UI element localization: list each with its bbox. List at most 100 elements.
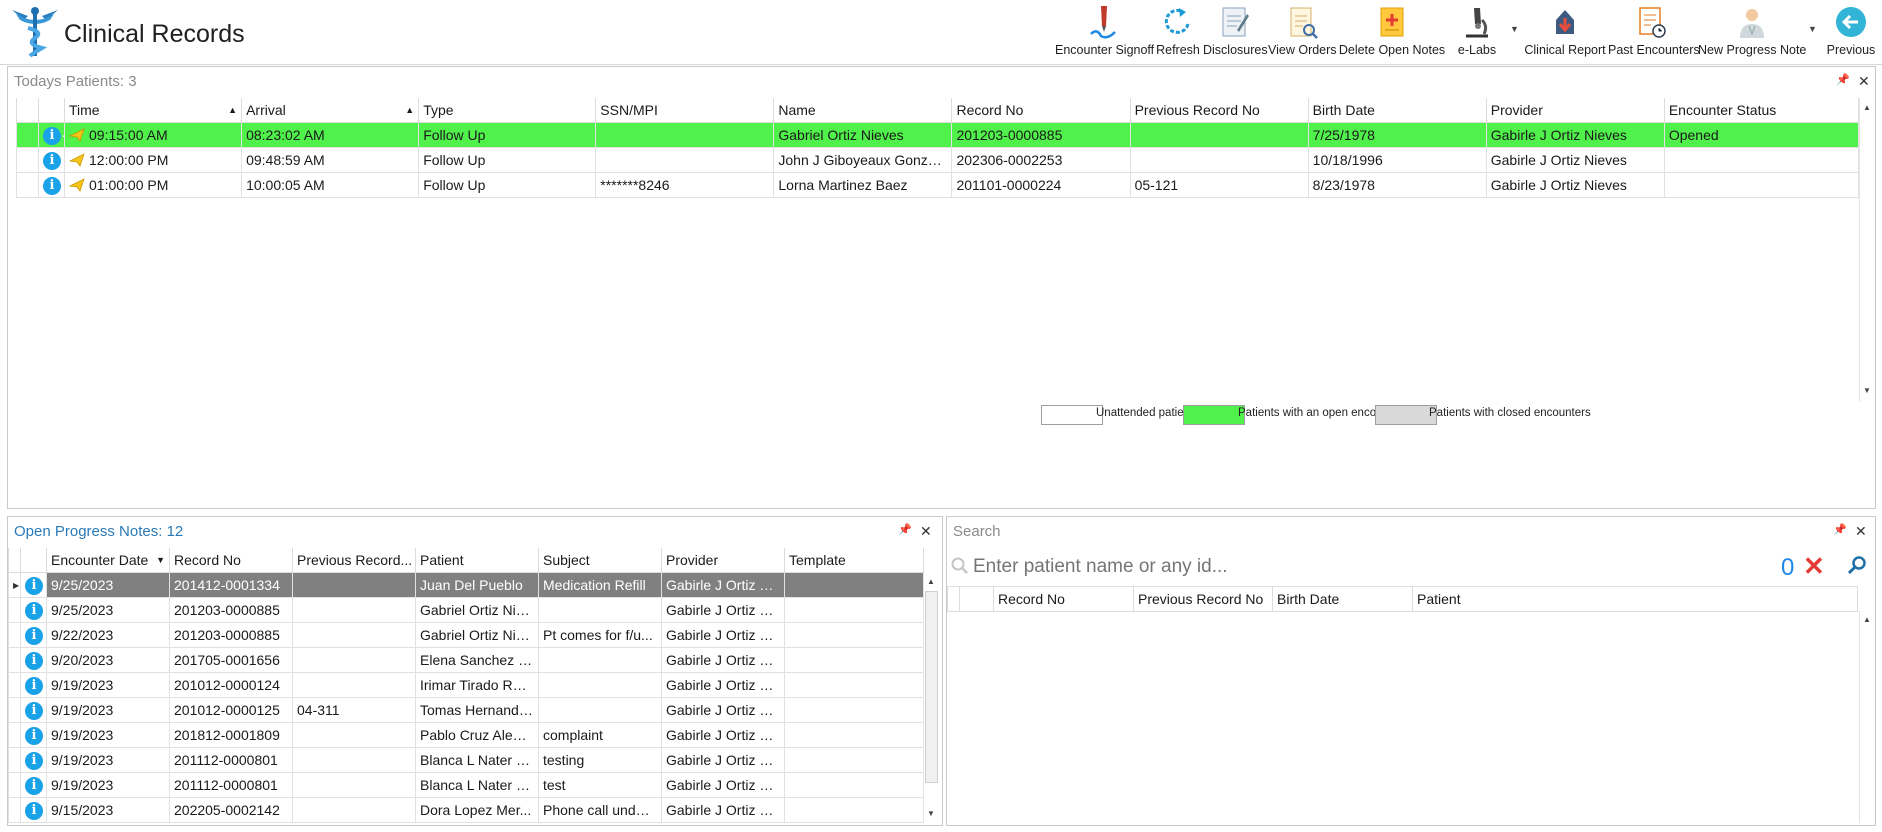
col-name[interactable]: Name — [773, 98, 953, 123]
info-icon[interactable]: i — [25, 576, 43, 595]
info-icon-cell[interactable]: i — [38, 172, 65, 198]
record-cell: 201705-0001656 — [169, 647, 293, 673]
provider-cell: Gabirle J Ortiz N... — [661, 622, 785, 648]
delete-notes-icon — [1380, 7, 1404, 37]
new-note-dropdown-icon[interactable]: ▼ — [1808, 24, 1817, 34]
table-row[interactable]: i 09:15:00 AM 08:23:02 AM Follow Up Gabriel … — [16, 122, 1860, 148]
subject-cell: test — [538, 772, 662, 798]
col-patient[interactable]: Patient — [415, 548, 539, 573]
col-previous-record-no[interactable]: Previous Record No — [1129, 98, 1309, 123]
previous-button[interactable]: Previous — [1824, 4, 1878, 60]
info-icon-cell[interactable]: i — [38, 122, 65, 148]
info-icon-cell[interactable]: i — [20, 772, 47, 798]
close-icon[interactable]: ✕ — [1858, 73, 1870, 90]
info-icon[interactable]: i — [25, 626, 43, 645]
info-icon[interactable]: i — [25, 701, 43, 720]
todays-patients-title: Todays Patients: 3 — [14, 73, 137, 90]
pin-icon[interactable]: 📌 — [898, 523, 912, 536]
info-icon-cell[interactable]: i — [20, 622, 47, 648]
clear-search-icon[interactable]: ✕ — [1803, 551, 1825, 582]
table-row[interactable]: ▶ i 9/25/2023 201412-0001334 Juan Del Pueblo… — [8, 572, 924, 598]
info-icon-cell[interactable]: i — [20, 797, 47, 823]
info-icon[interactable]: i — [43, 176, 61, 195]
table-row[interactable]: i 9/22/2023 201203-0000885 Gabriel Ortiz Ni… — [8, 622, 924, 648]
table-row[interactable]: i 01:00:00 PM 10:00:05 AM Follow Up *******8… — [16, 172, 1860, 198]
info-icon[interactable]: i — [25, 676, 43, 695]
info-icon-cell[interactable]: i — [20, 572, 47, 598]
info-icon[interactable]: i — [25, 801, 43, 820]
record-cell: 201012-0000124 — [169, 672, 293, 698]
col-provider[interactable]: Provider — [1485, 98, 1665, 123]
table-row[interactable]: i 9/25/2023 201203-0000885 Gabriel Ortiz Ni… — [8, 597, 924, 623]
col-previous-record-no[interactable]: Previous Record No — [1133, 586, 1273, 612]
info-icon[interactable]: i — [25, 601, 43, 620]
col-previous-record[interactable]: Previous Record... — [292, 548, 416, 573]
prev-cell — [292, 747, 416, 773]
scroll-thumb[interactable] — [925, 591, 938, 783]
col-record-no[interactable]: Record No — [993, 586, 1134, 612]
table-row[interactable]: i 9/20/2023 201705-0001656 Elena Sanchez Ri… — [8, 647, 924, 673]
view-orders-button[interactable]: View Orders — [1268, 4, 1337, 60]
paper-plane-icon — [68, 128, 85, 142]
info-icon[interactable]: i — [43, 151, 61, 170]
table-row[interactable]: i 9/19/2023 201812-0001809 Pablo Cruz Alem.… — [8, 722, 924, 748]
col-birth-date[interactable]: Birth Date — [1307, 98, 1487, 123]
col-ssn[interactable]: SSN/MPI — [595, 98, 775, 123]
info-icon-cell[interactable]: i — [20, 647, 47, 673]
info-icon[interactable]: i — [25, 776, 43, 795]
table-row[interactable]: i 9/19/2023 201112-0000801 Blanca L Nater B… — [8, 747, 924, 773]
info-icon-cell[interactable]: i — [20, 672, 47, 698]
col-template[interactable]: Template — [784, 548, 924, 573]
info-icon[interactable]: i — [25, 751, 43, 770]
info-icon[interactable]: i — [25, 726, 43, 745]
col-type[interactable]: Type — [418, 98, 597, 123]
close-icon[interactable]: ✕ — [920, 523, 932, 540]
search-go-icon[interactable] — [1847, 555, 1867, 575]
new-progress-note-button[interactable]: New Progress Note — [1698, 4, 1806, 60]
pin-icon[interactable]: 📌 — [1833, 523, 1847, 536]
info-icon-cell[interactable]: i — [20, 722, 47, 748]
col-encounter-date[interactable]: Encounter Date ▼ — [46, 548, 170, 573]
patient-cell: Gabriel Ortiz Nie... — [415, 622, 539, 648]
table-row[interactable]: i 9/19/2023 201012-0000125 04-311 Tomas Hern… — [8, 697, 924, 723]
col-record-no[interactable]: Record No — [169, 548, 293, 573]
info-icon-cell[interactable]: i — [20, 597, 47, 623]
info-icon[interactable]: i — [43, 126, 61, 145]
col-encounter-status[interactable]: Encounter Status — [1663, 98, 1860, 123]
search-input[interactable] — [971, 554, 1455, 580]
search-scrollbar[interactable]: ▲ — [1859, 611, 1874, 823]
table-row[interactable]: i 9/19/2023 201012-0000124 Irimar Tirado Ro… — [8, 672, 924, 698]
col-record-no[interactable]: Record No — [951, 98, 1131, 123]
col-arrival[interactable]: Arrival ▲ — [241, 98, 420, 123]
record-cell: 201112-0000801 — [169, 772, 293, 798]
disclosures-button[interactable]: Disclosures — [1203, 4, 1268, 60]
col-subject[interactable]: Subject — [538, 548, 662, 573]
col-patient[interactable]: Patient — [1412, 586, 1858, 612]
record-cell: 201203-0000885 — [169, 622, 293, 648]
close-icon[interactable]: ✕ — [1855, 523, 1867, 540]
info-icon[interactable]: i — [25, 651, 43, 670]
delete-open-notes-button[interactable]: Delete Open Notes — [1338, 4, 1446, 60]
col-time[interactable]: Time ▲ — [63, 98, 243, 123]
elabs-dropdown-icon[interactable]: ▼ — [1510, 24, 1519, 34]
elabs-button[interactable]: e-Labs — [1450, 4, 1504, 60]
patient-cell: Juan Del Pueblo — [415, 572, 539, 598]
refresh-button[interactable]: Refresh — [1155, 4, 1201, 60]
notes-scrollbar[interactable]: ▲ ▼ — [923, 573, 938, 823]
col-provider[interactable]: Provider — [661, 548, 785, 573]
time-cell: 12:00:00 PM — [63, 147, 243, 173]
col-birth-date[interactable]: Birth Date — [1272, 586, 1413, 612]
past-encounters-button[interactable]: Past Encounters — [1608, 4, 1700, 60]
info-icon-cell[interactable]: i — [38, 147, 65, 173]
info-icon-cell[interactable]: i — [20, 747, 47, 773]
table-row[interactable]: i 12:00:00 PM 09:48:59 AM Follow Up John J G… — [16, 147, 1860, 173]
row-indicator — [16, 147, 39, 173]
encounter-signoff-button[interactable]: Encounter Signoff — [1055, 4, 1154, 60]
table-row[interactable]: i 9/19/2023 201112-0000801 Blanca L Nater B… — [8, 772, 924, 798]
clinical-report-button[interactable]: Clinical Report — [1524, 4, 1606, 60]
table-row[interactable]: i 9/15/2023 202205-0002142 Dora Lopez Mer..… — [8, 797, 924, 823]
pin-icon[interactable]: 📌 — [1836, 73, 1850, 86]
prev-cell — [292, 597, 416, 623]
todays-scrollbar[interactable]: ▲ ▼ — [1859, 98, 1874, 402]
info-icon-cell[interactable]: i — [20, 697, 47, 723]
